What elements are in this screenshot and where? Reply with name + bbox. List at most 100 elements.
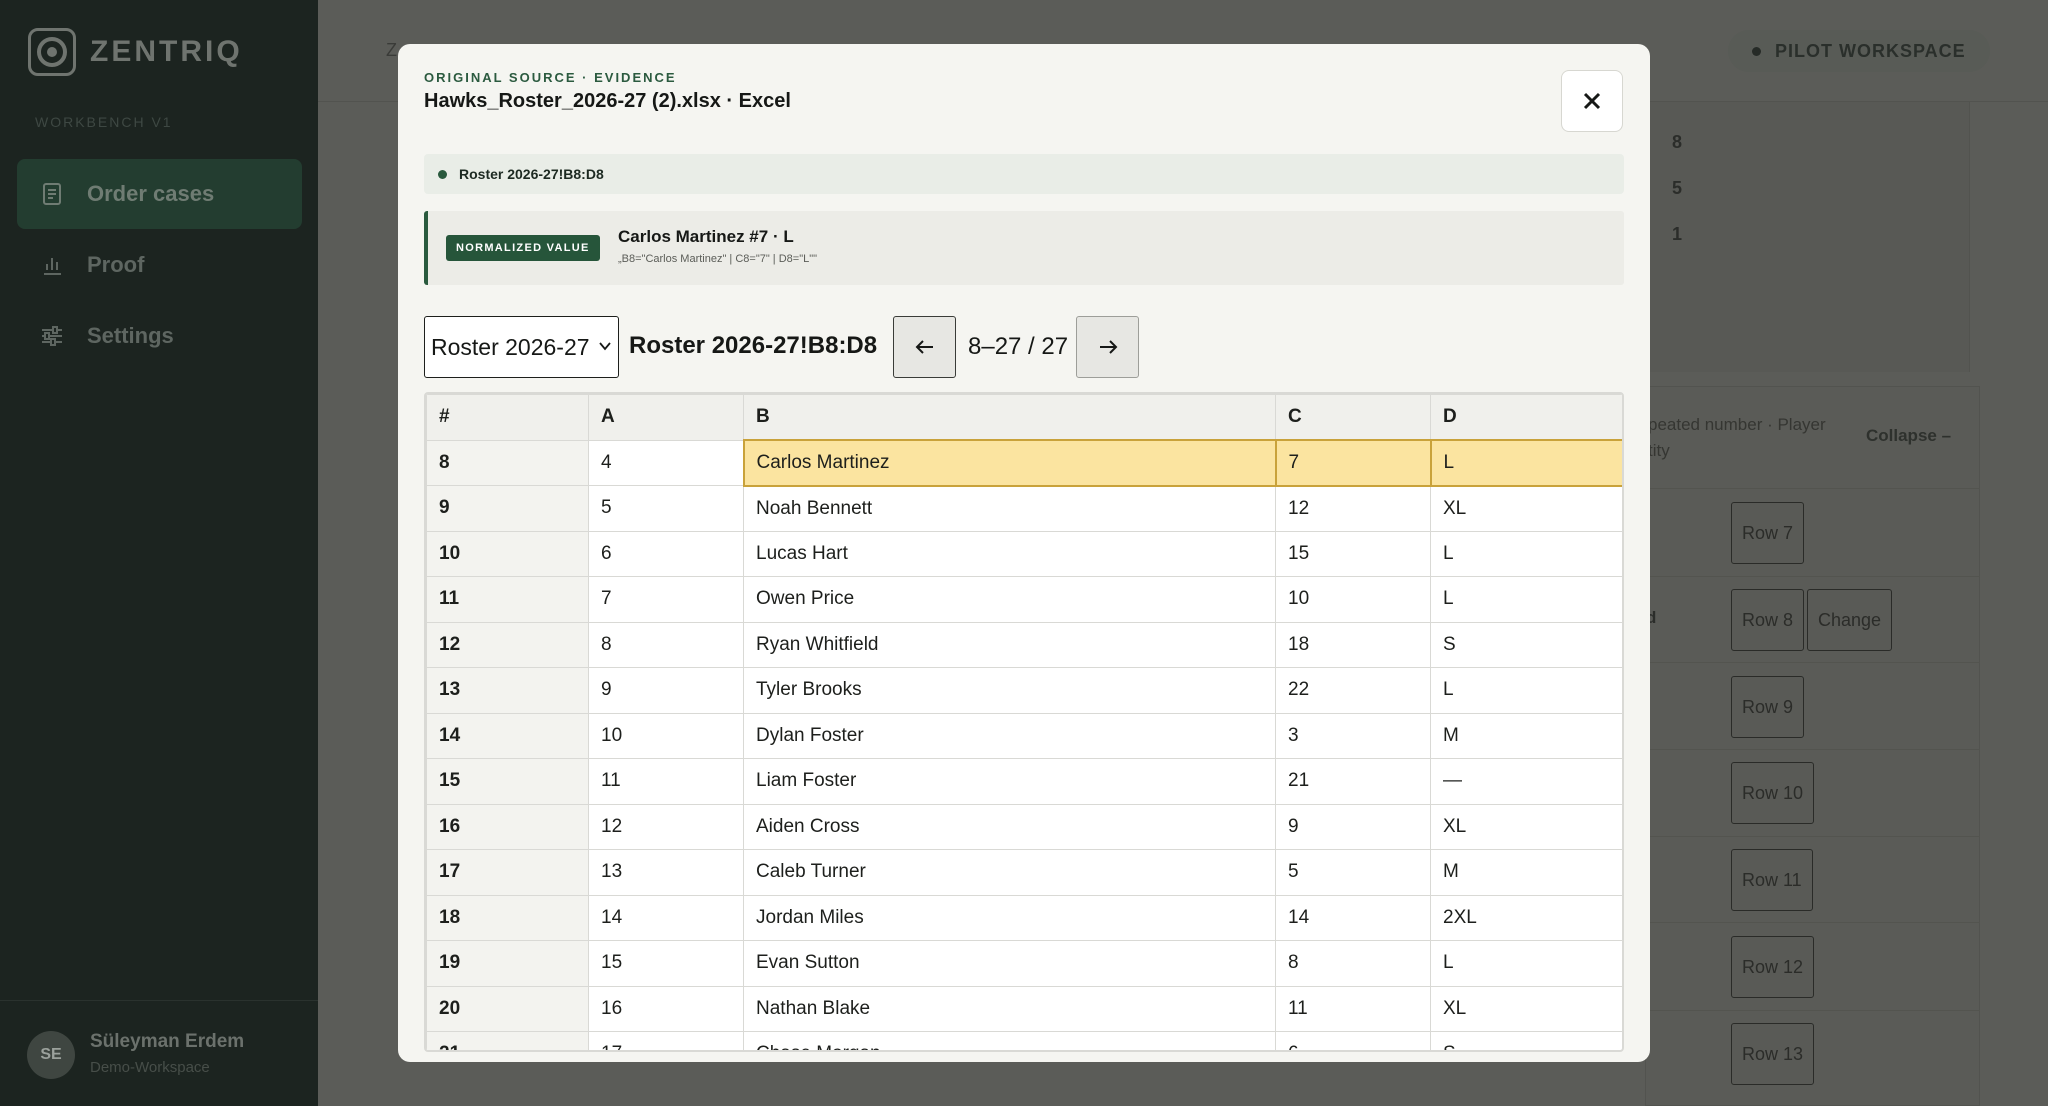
cell-d[interactable]: L [1429, 439, 1622, 487]
cell-a[interactable]: 11 [588, 758, 744, 805]
row-number-cell[interactable]: 18 [426, 894, 589, 941]
cell-a[interactable]: 8 [588, 621, 744, 668]
row-button-10[interactable]: Row 10 [1731, 762, 1815, 824]
cell-c[interactable]: 10 [1275, 576, 1431, 623]
cell-b[interactable]: Nathan Blake [743, 985, 1276, 1032]
cell-a[interactable]: 16 [588, 985, 744, 1032]
change-button[interactable]: Change [1807, 589, 1893, 651]
cell-a[interactable]: 12 [588, 803, 744, 850]
spreadsheet-table: # A B C D 8 4 Carlos Martinez 7 L 9 5 Noah Benn… [426, 394, 1622, 1050]
cell-c[interactable]: 8 [1275, 940, 1431, 987]
divider [1645, 662, 1980, 663]
cell-c[interactable]: 9 [1275, 803, 1431, 850]
row-button-12[interactable]: Row 12 [1731, 936, 1815, 998]
cell-a[interactable]: 4 [588, 439, 744, 486]
cell-d[interactable]: — [1430, 758, 1622, 805]
cell-b[interactable]: Noah Bennett [743, 485, 1276, 532]
cell-c[interactable]: 12 [1275, 485, 1431, 532]
cell-b[interactable]: Evan Sutton [743, 940, 1276, 987]
modal-title: Hawks_Roster_2026-27 (2).xlsx · Excel [424, 90, 791, 112]
cell-b[interactable]: Dylan Foster [743, 712, 1276, 759]
cell-c[interactable]: 22 [1275, 667, 1431, 714]
row-button-8[interactable]: Row 8 [1731, 589, 1805, 651]
cell-a[interactable]: 14 [588, 894, 744, 941]
cell-c[interactable]: 3 [1275, 712, 1431, 759]
previous-page-button[interactable] [893, 316, 956, 378]
table-row: 9 5 Noah Bennett 12 XL [426, 485, 1622, 532]
sidebar-item-proof[interactable]: Proof [17, 230, 302, 300]
cell-d[interactable]: XL [1430, 985, 1622, 1032]
sidebar-item-order-cases[interactable]: Order cases [17, 159, 302, 229]
cell-d[interactable]: S [1430, 1031, 1622, 1050]
row-number-cell[interactable]: 10 [426, 530, 589, 577]
row-number-cell[interactable]: 8 [426, 439, 589, 486]
user-profile[interactable]: SE Süleyman Erdem Demo-Workspace [0, 1000, 318, 1106]
cell-c[interactable]: 15 [1275, 530, 1431, 577]
row-number-cell[interactable]: 20 [426, 985, 589, 1032]
sidebar: ZENTRIQ WORKBENCH V1 Order cases Proof S… [0, 0, 318, 1106]
cell-b[interactable]: Owen Price [743, 576, 1276, 623]
cell-d[interactable]: L [1430, 576, 1622, 623]
cell-b[interactable]: Chase Morgan [743, 1031, 1276, 1050]
cell-b[interactable]: Aiden Cross [743, 803, 1276, 850]
row-number-cell[interactable]: 15 [426, 758, 589, 805]
cell-a[interactable]: 6 [588, 530, 744, 577]
row-button-13[interactable]: Row 13 [1731, 1023, 1815, 1085]
cell-c[interactable]: 5 [1275, 849, 1431, 896]
cell-a[interactable]: 5 [588, 485, 744, 532]
arrow-left-icon [915, 340, 933, 354]
cell-b[interactable]: Caleb Turner [743, 849, 1276, 896]
cell-d[interactable]: L [1430, 940, 1622, 987]
cell-d[interactable]: L [1430, 530, 1622, 577]
cell-b[interactable]: Ryan Whitfield [743, 621, 1276, 668]
background-value: 1 [1672, 224, 1683, 244]
row-number-cell[interactable]: 14 [426, 712, 589, 759]
cell-d[interactable]: M [1430, 712, 1622, 759]
cell-b[interactable]: Carlos Martinez [742, 439, 1277, 487]
cell-a[interactable]: 17 [588, 1031, 744, 1050]
row-number-cell[interactable]: 21 [426, 1031, 589, 1050]
row-number-cell[interactable]: 9 [426, 485, 589, 532]
table-row: 19 15 Evan Sutton 8 L [426, 940, 1622, 987]
column-header-b: B [743, 394, 1276, 441]
cell-d[interactable]: M [1430, 849, 1622, 896]
spreadsheet-grid[interactable]: # A B C D 8 4 Carlos Martinez 7 L 9 5 Noah Benn… [424, 392, 1624, 1052]
cell-c[interactable]: 11 [1275, 985, 1431, 1032]
cell-d[interactable]: 2XL [1430, 894, 1622, 941]
row-number-cell[interactable]: 16 [426, 803, 589, 850]
row-button-11[interactable]: Row 11 [1731, 849, 1813, 911]
brand-logo[interactable]: ZENTRIQ [28, 28, 243, 76]
status-dot [1752, 46, 1761, 56]
cell-c[interactable]: 14 [1275, 894, 1431, 941]
cell-d[interactable]: XL [1430, 803, 1622, 850]
cell-c[interactable]: 21 [1275, 758, 1431, 805]
next-page-button[interactable] [1076, 316, 1139, 378]
row-number-cell[interactable]: 17 [426, 849, 589, 896]
cell-c[interactable]: 7 [1274, 439, 1432, 487]
cell-a[interactable]: 13 [588, 849, 744, 896]
cell-b[interactable]: Jordan Miles [743, 894, 1276, 941]
sidebar-item-settings[interactable]: Settings [17, 301, 302, 371]
collapse-button[interactable]: Collapse – [1866, 426, 1951, 446]
cell-b[interactable]: Liam Foster [743, 758, 1276, 805]
row-number-cell[interactable]: 12 [426, 621, 589, 668]
row-button-7[interactable]: Row 7 [1731, 502, 1805, 564]
cell-c[interactable]: 18 [1275, 621, 1431, 668]
cell-a[interactable]: 10 [588, 712, 744, 759]
sheet-select[interactable]: Roster 2026-27 [424, 316, 619, 378]
cell-a[interactable]: 7 [588, 576, 744, 623]
row-number-cell[interactable]: 13 [426, 667, 589, 714]
cell-b[interactable]: Tyler Brooks [743, 667, 1276, 714]
cell-c[interactable]: 6 [1275, 1031, 1431, 1050]
cell-d[interactable]: L [1430, 667, 1622, 714]
cell-d[interactable]: S [1430, 621, 1622, 668]
close-button[interactable] [1561, 70, 1623, 132]
row-button-9[interactable]: Row 9 [1731, 676, 1805, 738]
cell-a[interactable]: 15 [588, 940, 744, 987]
cell-d[interactable]: XL [1430, 485, 1622, 532]
cell-a[interactable]: 9 [588, 667, 744, 714]
row-number-cell[interactable]: 19 [426, 940, 589, 987]
row-number-cell[interactable]: 11 [426, 576, 589, 623]
background-value: 8 [1672, 132, 1683, 152]
cell-b[interactable]: Lucas Hart [743, 530, 1276, 577]
